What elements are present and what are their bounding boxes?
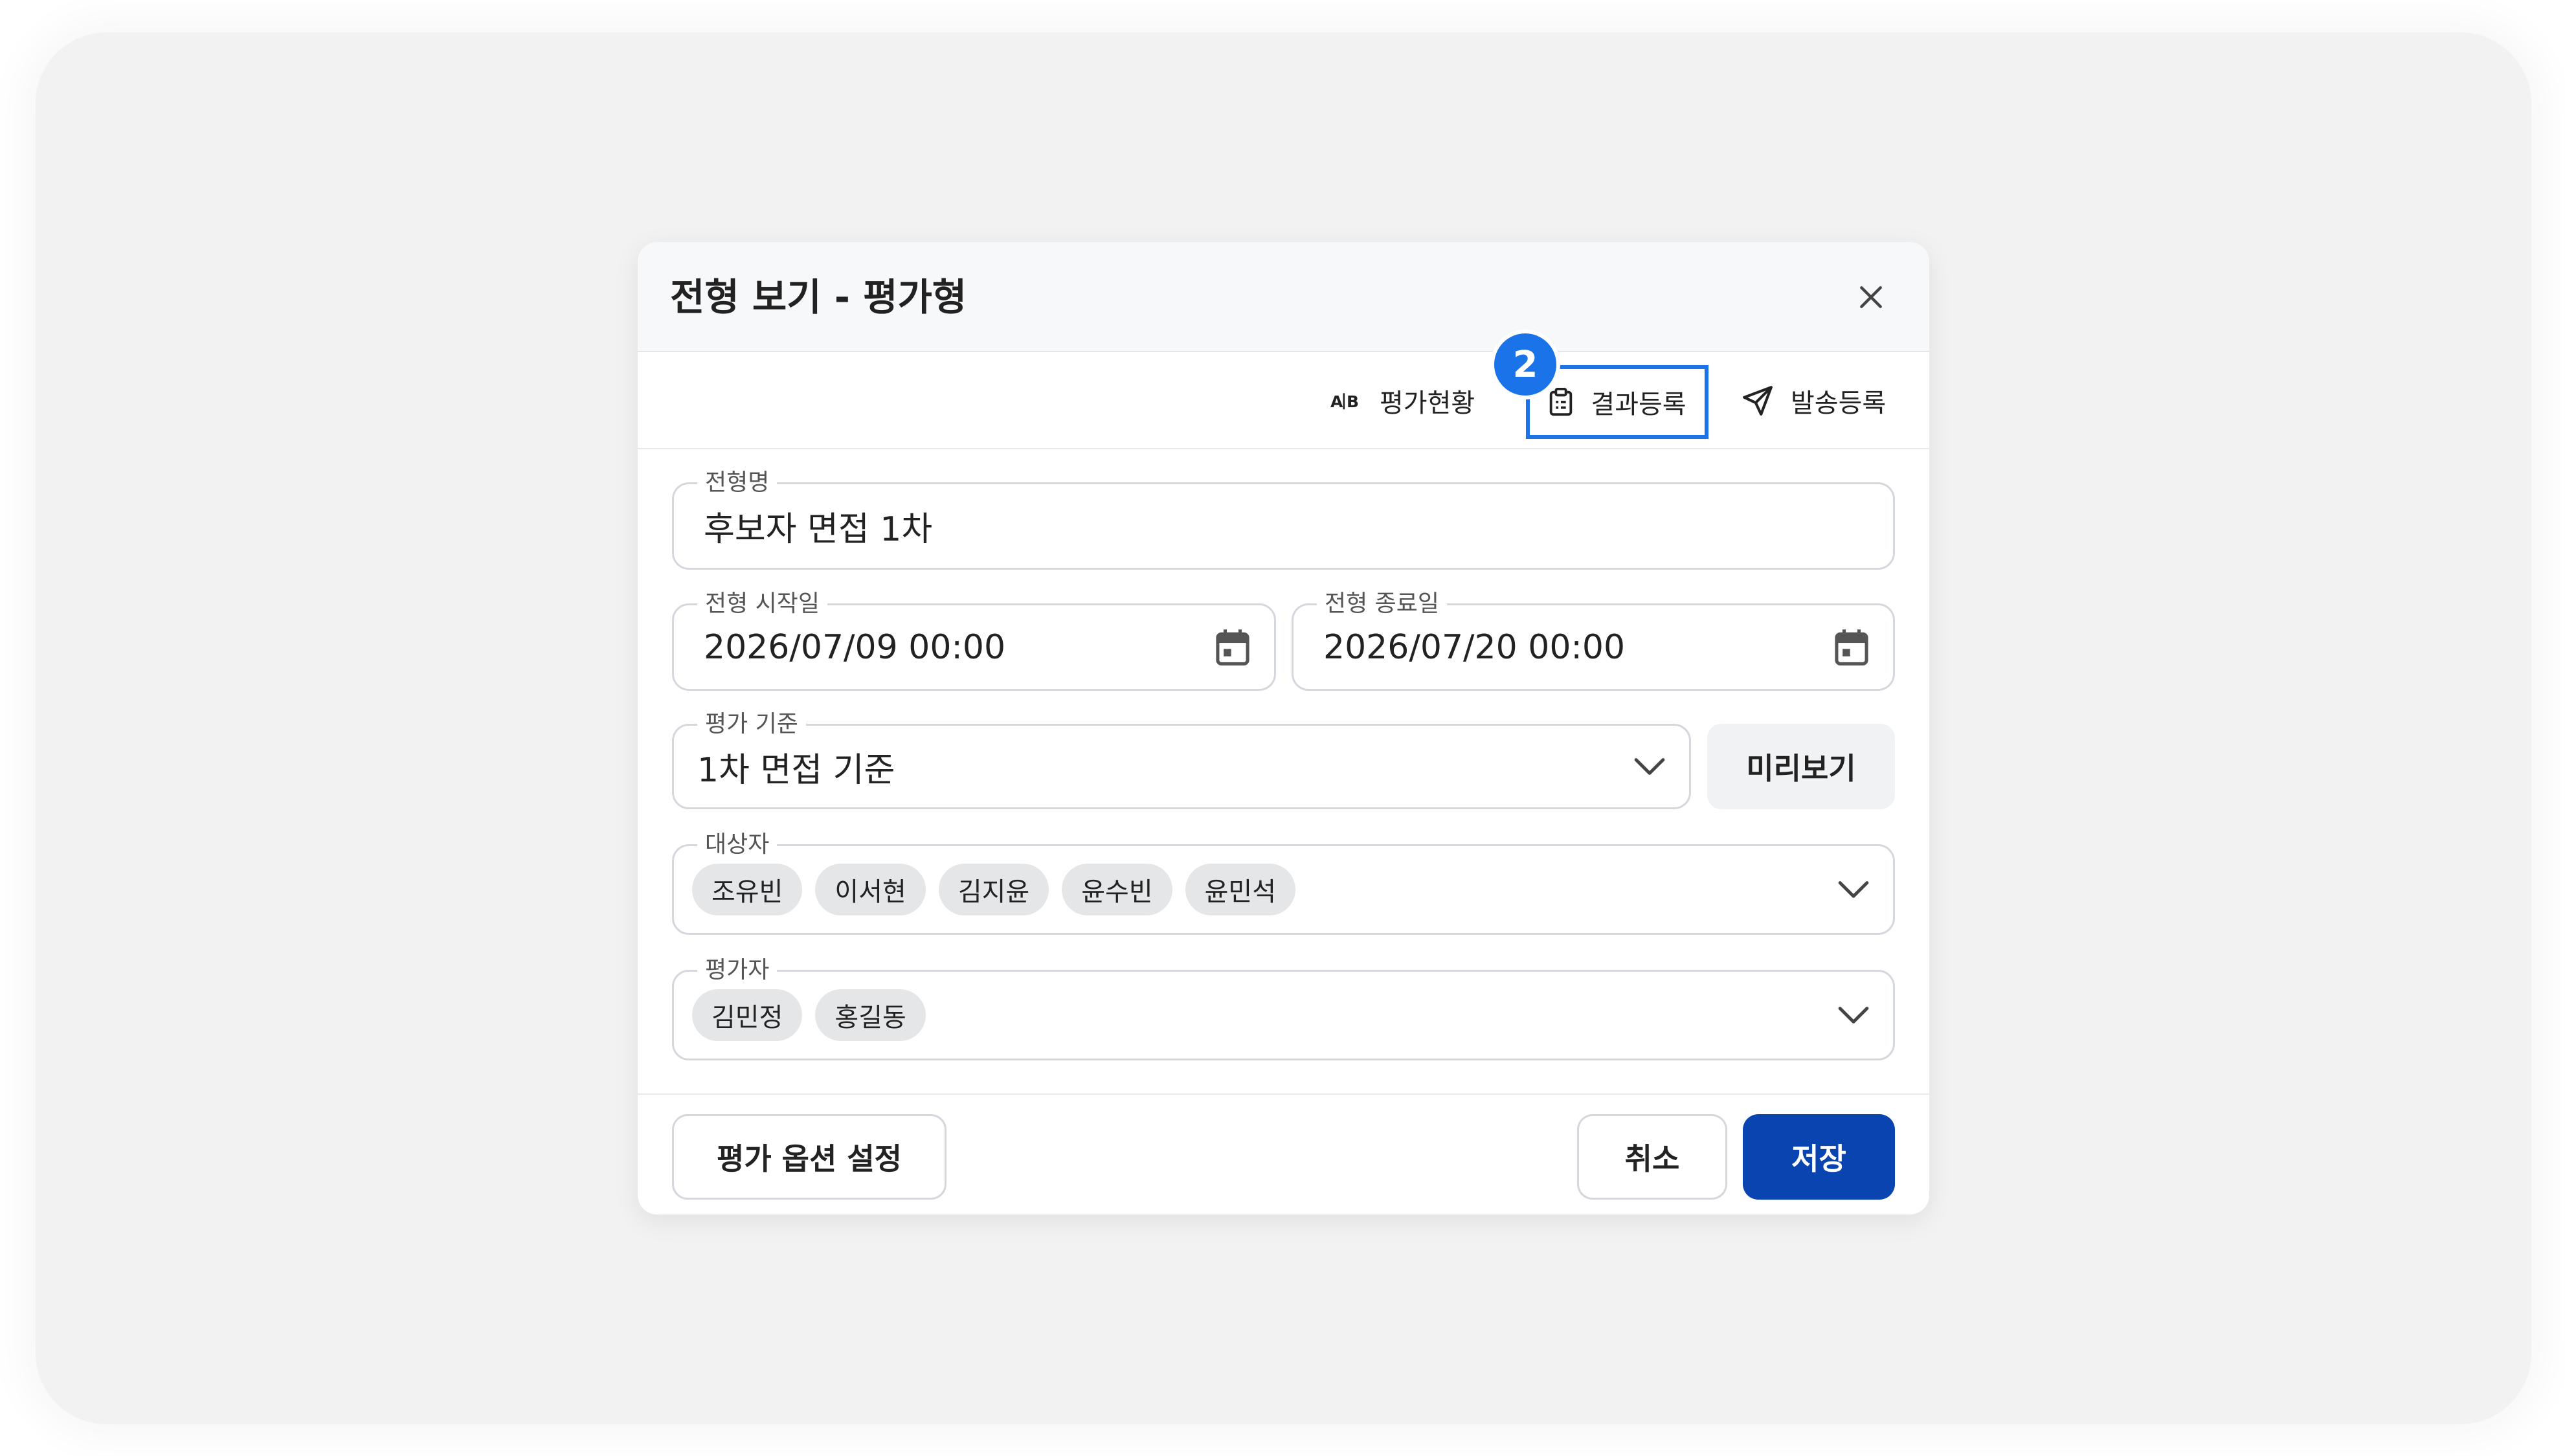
target-chip[interactable]: 윤민석	[1185, 864, 1296, 915]
dialog-toolbar: A B 평가현황 결과등록 발송등록	[638, 352, 1929, 449]
dialog-title: 전형 보기 - 평가형	[670, 275, 967, 319]
step-number-badge: 2	[1490, 330, 1560, 399]
criteria-select[interactable]: 평가 기준 1차 면접 기준	[672, 711, 1691, 809]
close-icon	[1860, 286, 1882, 308]
start-date-field[interactable]: 전형 시작일 2026/07/09 00:00	[672, 591, 1276, 691]
dialog-footer: 평가 옵션 설정 취소 저장	[638, 1093, 1929, 1215]
save-button[interactable]: 저장	[1743, 1114, 1895, 1200]
evaluation-status-label: 평가현황	[1380, 388, 1475, 418]
target-chip[interactable]: 조유빈	[692, 864, 803, 915]
evaluators-dropdown-toggle[interactable]	[1837, 1005, 1870, 1025]
svg-text:B: B	[1347, 392, 1359, 411]
result-register-label: 결과등록	[1591, 390, 1686, 420]
stage-view-dialog: 전형 보기 - 평가형 A B 평가현황 결과등록 발송등록 2 전형명 후보자…	[638, 242, 1929, 1215]
start-date-value: 2026/07/09 00:00	[704, 627, 1006, 667]
cancel-button[interactable]: 취소	[1577, 1114, 1727, 1200]
evaluator-chip[interactable]: 김민정	[692, 989, 803, 1041]
criteria-dropdown-toggle[interactable]	[1633, 757, 1666, 776]
dialog-header: 전형 보기 - 평가형	[638, 242, 1929, 352]
end-date-picker[interactable]	[1833, 628, 1870, 667]
criteria-value: 1차 면접 기준	[697, 750, 895, 790]
end-date-value: 2026/07/20 00:00	[1323, 627, 1626, 667]
evaluation-options-button[interactable]: 평가 옵션 설정	[672, 1114, 946, 1200]
close-button[interactable]	[1848, 274, 1894, 320]
svg-text:A: A	[1330, 392, 1343, 411]
calendar-icon	[1216, 629, 1249, 666]
target-chip[interactable]: 윤수빈	[1062, 864, 1172, 915]
target-chip[interactable]: 김지윤	[938, 864, 1049, 915]
stage-name-value: 후보자 면접 1차	[704, 510, 933, 549]
calendar-icon	[1835, 629, 1868, 666]
target-chip[interactable]: 이서현	[815, 864, 926, 915]
chevron-down-icon	[1634, 758, 1665, 775]
evaluators-select[interactable]: 평가자 김민정 홍길동	[672, 958, 1895, 1060]
clipboard-icon	[1550, 387, 1573, 416]
chevron-down-icon	[1838, 881, 1869, 898]
ab-test-icon: A B	[1330, 392, 1359, 411]
chevron-down-icon	[1838, 1007, 1869, 1024]
evaluator-chip[interactable]: 홍길동	[815, 989, 926, 1041]
targets-select[interactable]: 대상자 조유빈 이서현 김지윤 윤수빈 윤민석	[672, 832, 1895, 935]
end-date-field[interactable]: 전형 종료일 2026/07/20 00:00	[1292, 591, 1895, 691]
send-icon	[1743, 386, 1773, 416]
send-register-label: 발송등록	[1791, 388, 1887, 418]
evaluators-chip-list: 김민정 홍길동	[692, 972, 939, 1058]
evaluation-status-button[interactable]: A B 평가현황	[1330, 352, 1475, 449]
stage-name-field[interactable]: 전형명 후보자 면접 1차	[672, 470, 1895, 570]
targets-chip-list: 조유빈 이서현 김지윤 윤수빈 윤민석	[692, 846, 1308, 933]
start-date-picker[interactable]	[1215, 628, 1251, 667]
send-register-button[interactable]: 발송등록	[1742, 352, 1886, 449]
targets-dropdown-toggle[interactable]	[1837, 880, 1870, 899]
preview-button[interactable]: 미리보기	[1707, 724, 1895, 809]
